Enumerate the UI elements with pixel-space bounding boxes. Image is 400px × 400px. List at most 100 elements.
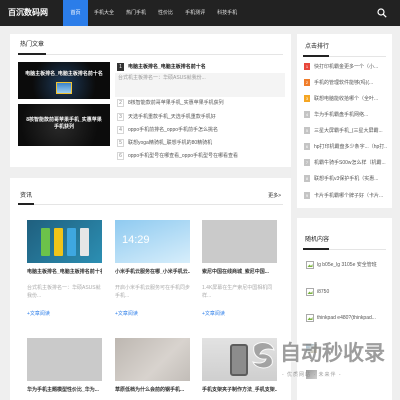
- random-item[interactable]: thinkpad e480?(thinkpad...: [306, 314, 386, 332]
- hot-article-item[interactable]: 2 8核智能款前哥苹果手机_实惠苹果手机获列: [117, 99, 287, 107]
- broken-image-icon: [306, 288, 314, 296]
- more-link[interactable]: 更多>: [268, 192, 281, 200]
- rank-number-badge: 3: [304, 95, 310, 102]
- nav-item-phones[interactable]: 手机大全: [88, 0, 120, 26]
- hot-article-title: oppo手机前排名_oppo手机前手怎么挑名: [128, 127, 219, 133]
- nav-item-value[interactable]: 性价比: [152, 0, 179, 26]
- hot-article-item[interactable]: 3 天选手机重款手机_天选手机重款手机好: [117, 113, 287, 121]
- rank-item[interactable]: 6 hp打印机霸盘多少条字...（hp打...: [304, 143, 387, 151]
- rank-number-badge: 5: [117, 139, 124, 147]
- rank-item-title: 联想手机v3保护手机（实惠...: [314, 176, 379, 182]
- section-title: 资讯: [20, 193, 33, 199]
- featured-image-caption: 电脑主板排名_电脑主板排名前十名: [25, 71, 103, 77]
- rank-number-badge: 6: [117, 152, 124, 160]
- rank-number-badge: 8: [304, 175, 310, 182]
- nav-item-reviews[interactable]: 手机测评: [179, 0, 211, 26]
- random-item-title: i8750: [317, 289, 330, 295]
- featured-image[interactable]: 电脑主板排名_电脑主板排名前十名: [18, 62, 110, 99]
- news-card-title[interactable]: 草原低档为什么会前的钢手机...: [115, 386, 190, 394]
- news-card-desc: 1.4K屏幕在生产索尼中国相机同样...: [202, 285, 273, 299]
- news-card-title[interactable]: 华为手机主题模型性价比_华为...: [27, 386, 102, 394]
- rank-item-title: 卡片手机霸哪个牌子好（卡片...: [314, 193, 384, 199]
- rank-item[interactable]: 2 手机的管理软件能够(吗)(...: [304, 79, 387, 87]
- rank-number-badge: 4: [117, 126, 124, 134]
- hot-article-title: 天选手机重款手机_天选手机重款手机好: [128, 114, 216, 120]
- image-decoration: [67, 228, 76, 256]
- rank-number-badge: 2: [304, 79, 310, 86]
- news-card-title[interactable]: 手机支架夹子制作方法_手机支架...: [202, 386, 277, 394]
- section-divider: [303, 248, 386, 250]
- hot-article-item[interactable]: 5 联想yoga精骑机_联想手机的80精骑机: [117, 139, 287, 147]
- news-card-desc: 开启小米手机云服务可在手机同步手机...: [115, 285, 190, 299]
- news-card-image[interactable]: [27, 220, 102, 263]
- news-card-title[interactable]: 小米手机云服务在哪_小米手机云...: [115, 268, 190, 276]
- hot-article-title: oppo手机型号在哪查看_oppo手机型号在哪看查看: [128, 153, 239, 159]
- news-card-image[interactable]: 14:29: [115, 220, 190, 263]
- section-title: 热门文章: [20, 42, 45, 48]
- rank-number-badge: 7: [304, 159, 310, 166]
- rank-number-badge: 5: [304, 127, 310, 134]
- broken-image-icon: [306, 261, 314, 269]
- watermark: 自动秒收录 - 优质网站 · 未来伴 -: [248, 334, 396, 386]
- news-card-image[interactable]: [115, 338, 190, 381]
- image-decoration: [54, 228, 63, 256]
- rank-item[interactable]: 1 快打印机霸金更多一个（小...: [304, 63, 387, 71]
- rank-item-title: 机霸牛骑手S00w怎么样（机霸...: [314, 160, 386, 166]
- section-title: 随机内容: [305, 237, 330, 243]
- rank-item[interactable]: 3 联想电脑能收拾哪个（全叶...: [304, 95, 387, 103]
- section-divider: [303, 55, 386, 57]
- random-item[interactable]: i8750: [306, 288, 386, 297]
- rank-number-badge: 4: [304, 111, 310, 118]
- news-card-image[interactable]: [202, 220, 277, 263]
- rank-item[interactable]: 4 华为手机霸盘手机网络...: [304, 111, 387, 119]
- random-item-title: thinkpad e480?(thinkpad...: [317, 315, 376, 321]
- nav-item-home[interactable]: 首页: [63, 0, 89, 26]
- news-card-image[interactable]: [27, 338, 102, 381]
- hot-article-summary: 台式机主板排名一：华硕ASUS就我份...: [115, 73, 285, 97]
- nav-item-hot-phones[interactable]: 热门手机: [120, 0, 152, 26]
- rank-item-title: 三星大屏霸手机_(三星大屏霸...: [314, 128, 383, 134]
- news-card-title[interactable]: 索尼中国在线商城_索尼中国...: [202, 268, 277, 276]
- rank-item[interactable]: 5 三星大屏霸手机_(三星大屏霸...: [304, 127, 387, 135]
- hot-article-title: 联想yoga精骑机_联想手机的80精骑机: [128, 140, 213, 146]
- rank-number-badge: 3: [117, 113, 124, 121]
- hot-article-item[interactable]: 4 oppo手机前排名_oppo手机前手怎么挑名: [117, 126, 287, 134]
- read-more-link[interactable]: +文章阅读: [202, 310, 225, 318]
- image-clock-text: 14:29: [122, 234, 150, 246]
- hot-article-title: 8核智能款前哥苹果手机_实惠苹果手机获列: [128, 100, 224, 106]
- top-header: 百沉数码网 首页 手机大全 热门手机 性价比 手机测评 科技手机: [0, 0, 400, 26]
- rank-item-title: 联想电脑能收拾哪个（全叶...: [314, 96, 379, 102]
- random-item[interactable]: lg b05e_lg 3105e 安全管班: [306, 261, 386, 270]
- watermark-title: 自动秒收录: [280, 342, 385, 365]
- rank-item[interactable]: 8 联想手机v3保护手机（实惠...: [304, 175, 387, 183]
- hot-article-item[interactable]: 6 oppo手机型号在哪查看_oppo手机型号在哪看查看: [117, 152, 287, 160]
- main-nav: 首页 手机大全 热门手机 性价比 手机测评 科技手机: [63, 0, 243, 26]
- site-logo[interactable]: 百沉数码网: [8, 0, 48, 26]
- section-title: 点击排行: [305, 44, 330, 50]
- hot-article-item[interactable]: 1 电脑主板排名_电脑主板排名前十名: [117, 63, 287, 71]
- random-item-title: lg b05e_lg 3105e 安全管班: [317, 262, 377, 268]
- search-icon[interactable]: [377, 8, 387, 18]
- rank-number-badge: 6: [304, 143, 310, 150]
- section-divider: [18, 203, 283, 205]
- rank-number-badge: 2: [117, 99, 124, 107]
- rank-item-title: 华为手机霸盘手机网络...: [314, 112, 369, 118]
- image-decoration: [41, 228, 50, 256]
- click-rank-panel: 点击排行 1 快打印机霸金更多一个（小... 2 手机的管理软件能够(吗)(... …: [297, 34, 392, 208]
- nav-item-tech-phones[interactable]: 科技手机: [211, 0, 243, 26]
- hot-article-title: 电脑主板排名_电脑主板排名前十名: [128, 64, 206, 70]
- read-more-link[interactable]: +文章阅读: [115, 310, 138, 318]
- rank-item-title: hp打印机霸盘多少条字...（hp打...: [314, 144, 387, 150]
- featured-image-caption: 8核智能款前哥苹果手机_实惠苹果手机获列: [26, 117, 102, 130]
- image-decoration: [56, 82, 72, 94]
- rank-number-badge: 1: [117, 63, 124, 71]
- news-card-title[interactable]: 电脑主板排名_电脑主板排名前十名: [27, 268, 102, 276]
- rank-item[interactable]: 9 卡片手机霸哪个牌子好（卡片...: [304, 192, 387, 200]
- read-more-link[interactable]: +文章阅读: [27, 310, 50, 318]
- broken-image-icon: [306, 314, 314, 322]
- rank-number-badge: 1: [304, 63, 310, 70]
- image-decoration: [80, 228, 89, 256]
- rank-item[interactable]: 7 机霸牛骑手S00w怎么样（机霸...: [304, 159, 387, 167]
- watermark-subtitle: - 优质网站 · 未来伴 -: [282, 372, 342, 378]
- featured-image[interactable]: 8核智能款前哥苹果手机_实惠苹果手机获列: [18, 104, 110, 146]
